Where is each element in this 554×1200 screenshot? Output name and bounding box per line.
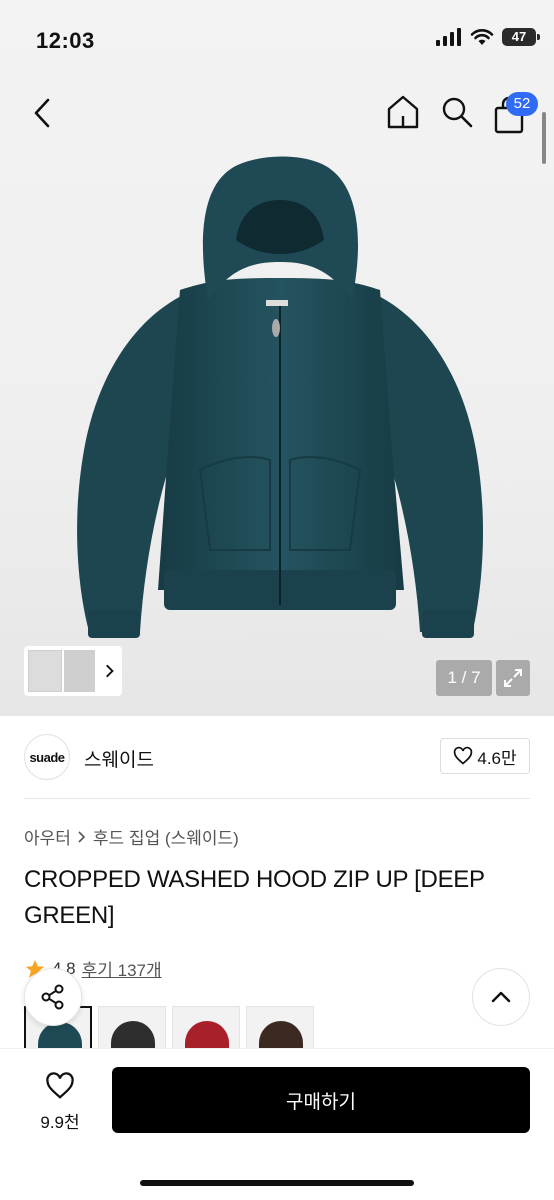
variant-option[interactable]	[172, 1006, 240, 1052]
share-icon	[41, 984, 64, 1010]
brand-like-count: 4.6만	[477, 748, 517, 768]
status-time: 12:03	[36, 28, 95, 53]
chevron-up-icon	[491, 991, 511, 1003]
breadcrumb: 아우터 후드 집업 (스웨이드)	[24, 824, 239, 849]
share-button[interactable]	[24, 968, 82, 1026]
divider	[24, 798, 530, 799]
brand-name[interactable]: 스웨이드	[84, 745, 154, 772]
signal-icon	[436, 28, 461, 46]
bottom-bar: 9.9천 구매하기	[0, 1048, 554, 1200]
chevron-right-icon	[105, 664, 114, 678]
buy-button[interactable]: 구매하기	[112, 1067, 530, 1133]
wishlist-count: 9.9천	[40, 1113, 80, 1132]
cart-count-badge: 52	[506, 92, 538, 116]
status-bar: 12:03 47	[0, 0, 554, 80]
home-icon[interactable]	[386, 94, 420, 130]
top-nav	[0, 88, 554, 138]
battery-icon: 47	[502, 28, 540, 46]
home-indicator	[140, 1180, 414, 1186]
product-gallery[interactable]: 12:03 47 52 1 / 7	[0, 0, 554, 716]
wishlist-button[interactable]: 9.9천	[30, 1071, 90, 1135]
heart-icon	[454, 746, 473, 765]
back-icon[interactable]	[28, 96, 58, 130]
variant-option[interactable]	[246, 1006, 314, 1052]
product-image[interactable]	[60, 150, 500, 650]
thumbnail-strip[interactable]	[24, 646, 122, 696]
thumbnail-2[interactable]	[64, 650, 95, 692]
heart-icon	[46, 1072, 74, 1099]
breadcrumb-level2[interactable]: 후드 집업 (스웨이드)	[93, 824, 239, 849]
wifi-icon	[470, 29, 494, 45]
variant-option[interactable]	[98, 1006, 166, 1052]
brand-row: suade 스웨이드 4.6만	[24, 734, 530, 780]
chevron-right-icon	[78, 830, 86, 843]
expand-icon[interactable]	[496, 660, 530, 696]
review-link[interactable]: 후기 137개	[82, 956, 162, 981]
brand-logo[interactable]: suade	[24, 734, 70, 780]
brand-like-button[interactable]: 4.6만	[440, 738, 530, 774]
search-icon[interactable]	[440, 94, 474, 130]
product-title: CROPPED WASHED HOOD ZIP UP [DEEP GREEN]	[24, 866, 485, 929]
scroll-top-button[interactable]	[472, 968, 530, 1026]
breadcrumb-level1[interactable]: 아우터	[24, 824, 71, 849]
thumbnail-1[interactable]	[28, 650, 63, 692]
image-pager: 1 / 7	[436, 660, 492, 696]
status-icons: 47	[436, 28, 540, 46]
scroll-indicator	[542, 112, 546, 164]
